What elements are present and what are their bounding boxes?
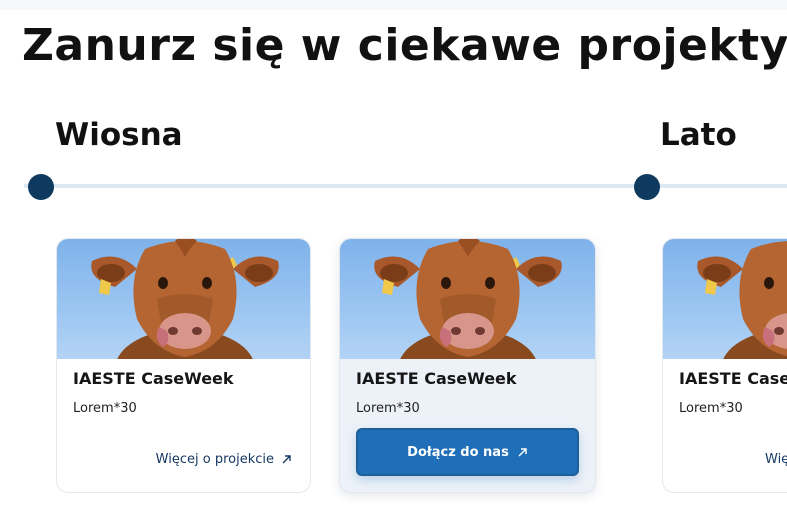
join-us-button[interactable]: Dołącz do nas	[356, 428, 579, 476]
timeline-dot-summer[interactable]	[634, 174, 660, 200]
project-description: Lorem*30	[356, 401, 420, 416]
more-link-label: Więcej o projekcie	[765, 452, 787, 467]
project-description: Lorem*30	[73, 401, 137, 416]
timeline-dot-spring[interactable]	[28, 174, 54, 200]
season-label-spring: Wiosna	[55, 117, 183, 153]
page-title: Zanurz się w ciekawe projekty!	[22, 20, 787, 71]
more-link-label: Więcej o projekcie	[155, 452, 274, 467]
project-title: IAESTE CaseWeek	[679, 369, 787, 388]
project-image	[340, 239, 595, 359]
project-image	[663, 239, 787, 359]
project-card[interactable]: IAESTE CaseWeek Lorem*30 Więcej o projek…	[56, 238, 311, 493]
join-button-label: Dołącz do nas	[407, 444, 509, 460]
arrow-up-right-icon	[281, 454, 292, 465]
more-about-project-link[interactable]: Więcej o projekcie	[156, 452, 292, 467]
cow-image	[374, 239, 562, 359]
project-card[interactable]: IAESTE CaseWeek Lorem*30 Więcej o projek…	[662, 238, 787, 493]
top-bar	[0, 0, 787, 10]
arrow-up-right-icon	[517, 447, 528, 458]
project-title: IAESTE CaseWeek	[356, 369, 517, 388]
season-label-summer: Lato	[660, 117, 737, 153]
project-title: IAESTE CaseWeek	[73, 369, 234, 388]
cow-image	[91, 239, 279, 359]
more-about-project-link[interactable]: Więcej o projekcie	[765, 452, 787, 467]
page: Zanurz się w ciekawe projekty! Wiosna La…	[0, 0, 787, 515]
timeline-line	[24, 184, 787, 188]
project-description: Lorem*30	[679, 401, 743, 416]
project-image	[57, 239, 310, 359]
cow-image	[697, 241, 787, 359]
project-card-active[interactable]: IAESTE CaseWeek Lorem*30 Dołącz do nas	[339, 238, 596, 493]
